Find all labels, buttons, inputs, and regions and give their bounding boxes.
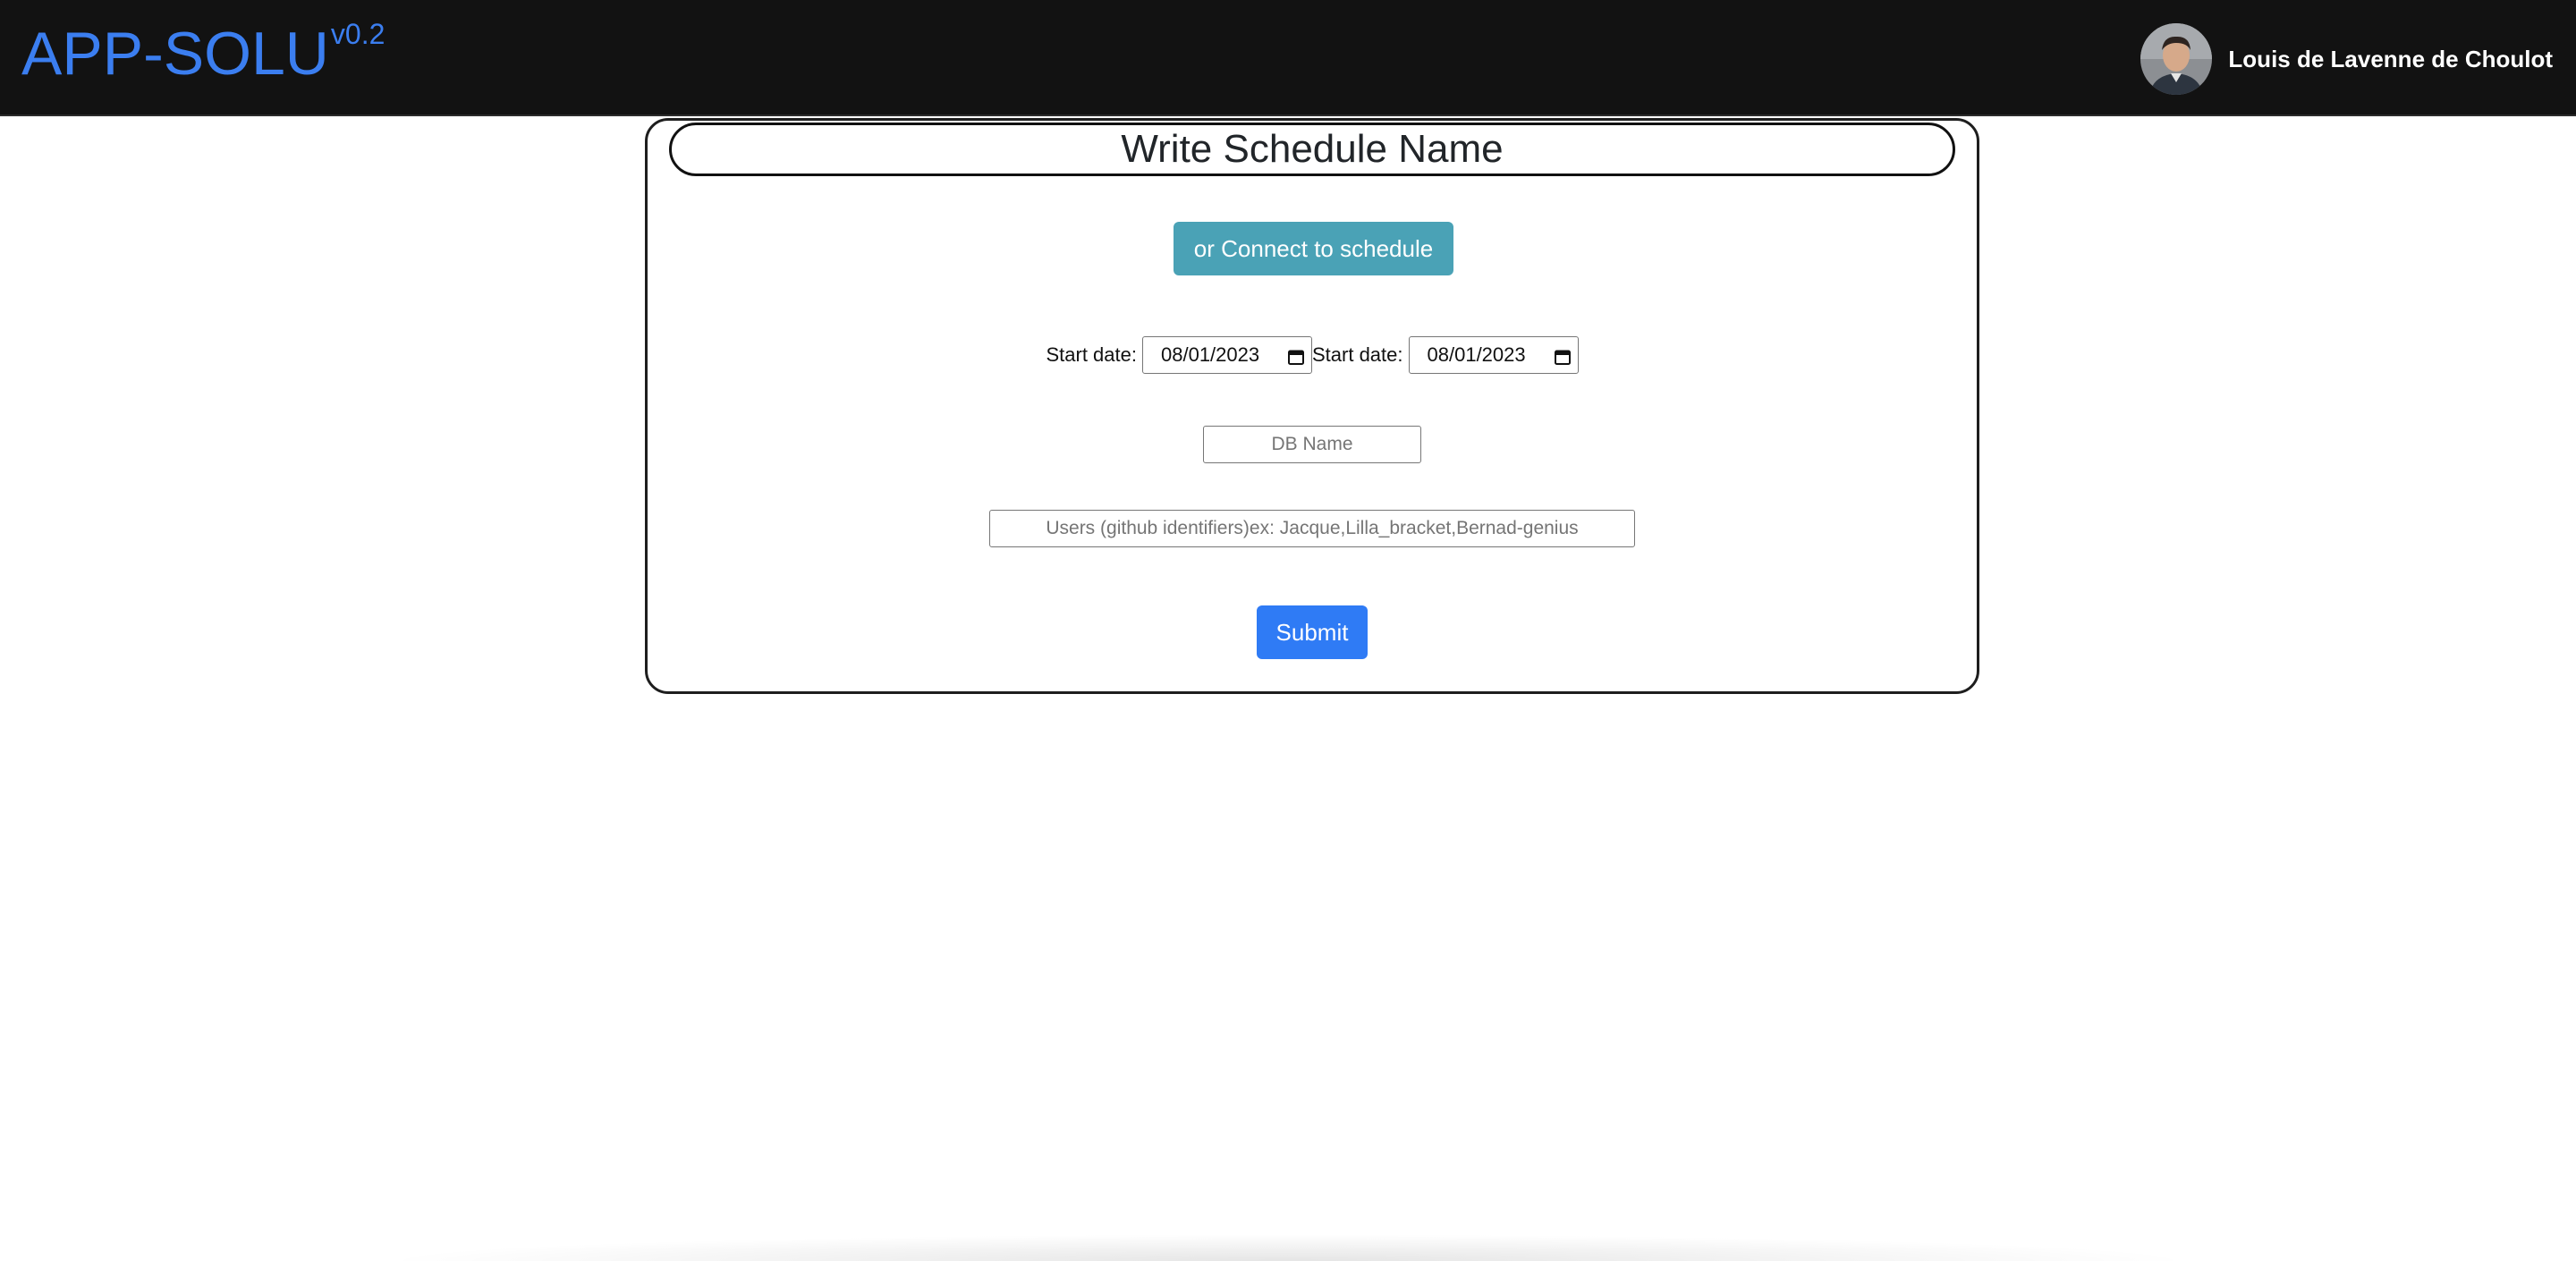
schedule-form-card: or Connect to schedule Start date: 08/01… bbox=[645, 118, 1979, 694]
users-input[interactable] bbox=[989, 510, 1635, 547]
start-date-value: 08/01/2023 bbox=[1161, 343, 1260, 366]
end-date-value: 08/01/2023 bbox=[1427, 343, 1526, 366]
start-date-input[interactable]: 08/01/2023 bbox=[1142, 336, 1312, 374]
brand-name: APP-SOLU bbox=[21, 20, 329, 88]
start-date-label: Start date: bbox=[1046, 343, 1137, 366]
user-menu[interactable]: Louis de Lavenne de Choulot bbox=[2140, 23, 2553, 95]
bottom-shadow bbox=[376, 1234, 2200, 1261]
db-name-input[interactable] bbox=[1203, 426, 1421, 463]
end-date-label: Start date: bbox=[1312, 343, 1403, 366]
user-avatar[interactable] bbox=[2140, 23, 2213, 95]
end-date-input[interactable]: 08/01/2023 bbox=[1408, 336, 1579, 374]
connect-to-schedule-button[interactable]: or Connect to schedule bbox=[1174, 222, 1453, 275]
user-name: Louis de Lavenne de Choulot bbox=[2228, 45, 2553, 72]
schedule-name-input[interactable] bbox=[669, 123, 1955, 176]
brand-version: v0.2 bbox=[330, 18, 386, 50]
calendar-icon[interactable] bbox=[1554, 347, 1571, 365]
top-navbar: APP-SOLUv0.2 Louis de Lavenne de Choulot bbox=[0, 0, 2576, 116]
submit-button[interactable]: Submit bbox=[1257, 605, 1368, 659]
brand-logo[interactable]: APP-SOLUv0.2 bbox=[21, 18, 386, 97]
date-range-row: Start date: 08/01/2023 Start date: 08/01… bbox=[648, 335, 1977, 375]
calendar-icon[interactable] bbox=[1288, 347, 1304, 365]
